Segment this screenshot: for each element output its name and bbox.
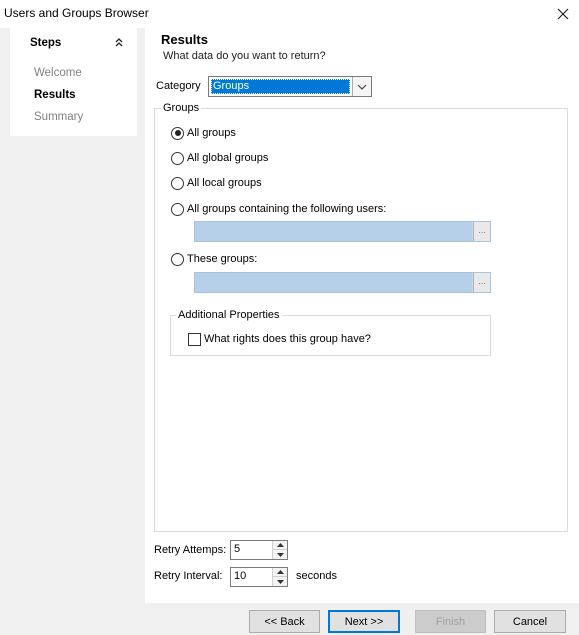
retry-interval-stepper[interactable]: 10 — [230, 567, 288, 587]
radio-label: All local groups — [187, 177, 262, 189]
decrement-button[interactable] — [273, 577, 287, 586]
finish-button[interactable]: Finish — [415, 610, 486, 633]
arrow-down-icon — [276, 552, 284, 557]
step-welcome[interactable]: Welcome — [34, 67, 82, 79]
arrow-down-icon — [276, 579, 284, 584]
chevron-down-icon — [357, 84, 367, 90]
steps-header: Steps — [10, 28, 137, 58]
radio-label: All groups containing the following user… — [187, 203, 387, 215]
main-panel: Category Groups Groups All groups All gl… — [145, 68, 579, 603]
steps-panel: Steps Welcome Results Summary — [10, 28, 137, 136]
arrow-up-icon — [276, 570, 284, 574]
retry-attempts-label: Retry Attemps: — [154, 544, 227, 556]
users-picker-field[interactable]: ... — [194, 221, 491, 242]
radio-these-groups[interactable]: These groups: — [171, 251, 257, 267]
double-chevron-up-icon — [115, 38, 123, 47]
stepper-buttons — [272, 541, 287, 559]
title-bar: Users and Groups Browser — [0, 0, 579, 28]
step-summary[interactable]: Summary — [34, 111, 83, 123]
radio-label: All global groups — [187, 152, 269, 164]
group-rights-label: What rights does this group have? — [204, 333, 371, 345]
radio-all-groups[interactable]: All groups — [171, 125, 236, 141]
retry-attempts-value: 5 — [234, 543, 241, 555]
increment-button[interactable] — [273, 568, 287, 577]
additional-properties-legend: Additional Properties — [176, 309, 282, 321]
steps-title: Steps — [30, 37, 62, 49]
radio-unchecked-icon — [171, 202, 184, 216]
next-button[interactable]: Next >> — [328, 610, 400, 633]
checkbox-unchecked-icon — [188, 332, 201, 346]
radio-all-local-groups[interactable]: All local groups — [171, 175, 262, 191]
page-header: Results What data do you want to return? — [145, 28, 579, 68]
step-results[interactable]: Results — [34, 89, 76, 101]
retry-attempts-stepper[interactable]: 5 — [230, 540, 288, 560]
radio-unchecked-icon — [171, 176, 184, 190]
groups-legend: Groups — [161, 102, 202, 114]
category-dropdown[interactable]: Groups — [208, 76, 372, 97]
radio-all-global-groups[interactable]: All global groups — [171, 150, 268, 166]
back-button[interactable]: << Back — [249, 610, 320, 633]
page-subtitle: What data do you want to return? — [163, 50, 326, 62]
radio-label: These groups: — [187, 253, 258, 265]
category-selected-value: Groups — [211, 79, 350, 94]
radio-unchecked-icon — [171, 151, 184, 165]
interval-unit-label: seconds — [296, 570, 337, 582]
radio-groups-containing-users[interactable]: All groups containing the following user… — [171, 201, 386, 217]
radio-unchecked-icon — [171, 252, 184, 266]
arrow-up-icon — [276, 543, 284, 547]
steps-collapse-button[interactable] — [114, 37, 128, 49]
close-button[interactable] — [548, 2, 578, 26]
radio-label: All groups — [187, 127, 236, 139]
dropdown-arrow[interactable] — [352, 77, 371, 96]
retry-interval-value: 10 — [234, 570, 247, 582]
users-browse-button[interactable]: ... — [473, 222, 490, 241]
window-title: Users and Groups Browser — [4, 6, 149, 20]
page-title: Results — [161, 32, 208, 47]
increment-button[interactable] — [273, 541, 287, 550]
users-picker-value — [195, 222, 472, 241]
cancel-button[interactable]: Cancel — [494, 610, 566, 633]
groups-browse-button[interactable]: ... — [473, 273, 490, 292]
category-label: Category — [156, 80, 201, 92]
groups-picker-value — [195, 273, 472, 292]
retry-interval-label: Retry Interval: — [154, 570, 223, 582]
radio-checked-icon — [171, 126, 184, 140]
stepper-buttons — [272, 568, 287, 586]
groups-picker-field[interactable]: ... — [194, 272, 491, 293]
decrement-button[interactable] — [273, 550, 287, 559]
group-rights-checkbox[interactable]: What rights does this group have? — [188, 331, 371, 347]
close-icon — [557, 8, 569, 20]
